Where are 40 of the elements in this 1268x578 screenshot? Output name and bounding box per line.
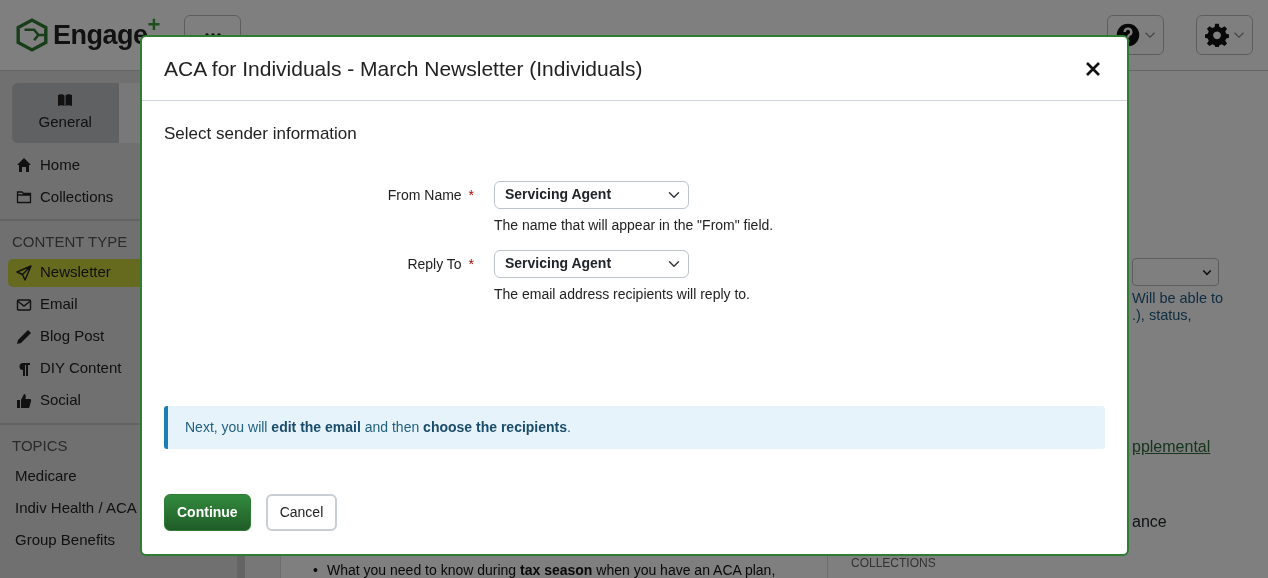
settings-button[interactable] [1196,15,1253,55]
close-icon [1085,61,1101,78]
section-heading: CONTENT TYPE [11,232,129,252]
logo-text: Engage [53,21,148,49]
pilcrow-icon [16,360,32,377]
book-icon [57,92,74,109]
thumbs-up-icon [16,392,32,409]
envelope-icon [16,296,32,313]
bullet-text: What you need to know during tax season when you have an ACA plan, [327,562,776,578]
link[interactable]: pplemental [1132,435,1268,459]
select-field[interactable] [1132,258,1219,286]
info-message: Next, you will edit the email and then choose the recipients. [164,405,1105,449]
bullet-marker: • [313,563,319,578]
folder-icon [16,189,32,205]
section-heading: COLLECTIONS [851,555,936,572]
home-icon [16,157,32,173]
sidebar-item[interactable]: Collections [8,183,229,211]
paper-plane-icon [16,264,32,281]
sidebar-item[interactable]: Email [8,290,229,319]
sidebar-item[interactable]: DIY Content [8,354,229,383]
sidebar-tab[interactable]: General [12,83,119,143]
section-heading: TOPICS [11,435,69,456]
section-title: Select sender information [164,123,358,145]
field-label: Reply To * [406,254,474,274]
select-field[interactable]: Servicing Agent [494,180,689,209]
select-field[interactable]: Servicing Agent [494,249,689,278]
hexagon-logo-icon [15,18,49,52]
gear-icon [1204,23,1229,47]
sidebar-item[interactable]: Home [8,151,229,179]
logo-plus-mark: + [147,14,161,36]
sidebar-item[interactable]: Blog Post [8,322,229,351]
cancel-button[interactable]: Cancel [265,493,338,531]
field-label: From Name * [386,185,474,205]
help-text: The email address recipients will reply to. [494,284,750,304]
help-text: The name that will appear in the "From" field. [494,215,774,235]
modal-title: ACA for Individuals - March Newsletter (Individuals) [164,55,643,82]
help-text: Will be able to .), status, [1132,290,1225,324]
pencil-icon [16,328,32,345]
text: ance [1132,512,1168,532]
continue-button[interactable]: Continue [164,493,251,531]
